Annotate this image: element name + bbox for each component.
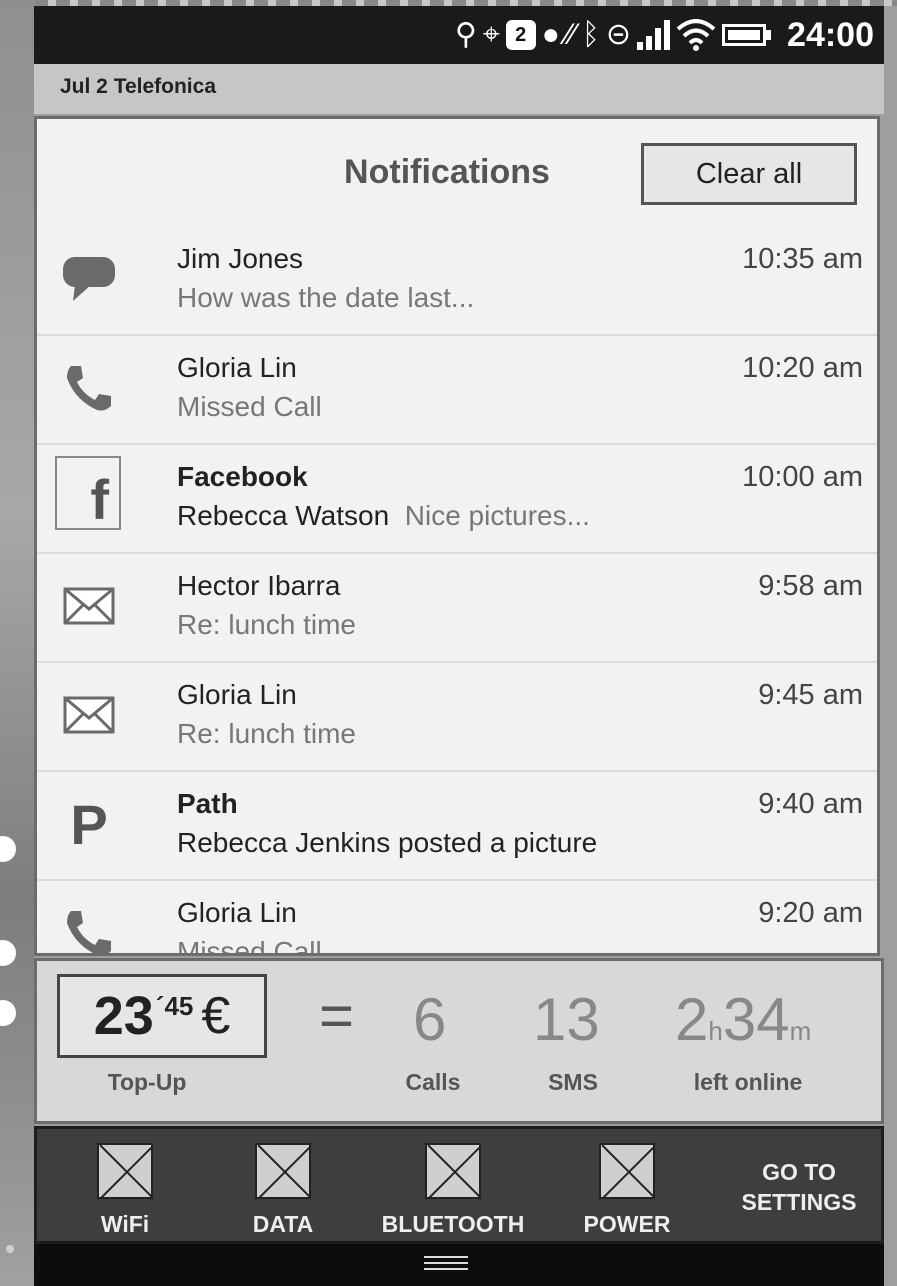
go-to-settings-button[interactable]: GO TO SETTINGS — [719, 1157, 879, 1217]
location-target-icon: ⌖ — [482, 18, 500, 51]
toggle-label: BLUETOOTH — [381, 1211, 525, 1237]
topup-label: Top-Up — [107, 1069, 187, 1095]
notification-time: 9:58 am — [758, 570, 863, 602]
battery-icon — [722, 24, 772, 46]
bluetooth-icon: ᛒ — [581, 18, 600, 51]
clear-all-button[interactable]: Clear all — [641, 143, 857, 205]
toggle-power[interactable]: POWER — [577, 1143, 677, 1238]
notification-message: Missed Call — [177, 391, 322, 422]
usb-icon: ⚲ — [454, 18, 477, 51]
notification-title: Jim Jones — [177, 243, 304, 274]
notification-message: Missed Call — [177, 936, 322, 956]
drawer-handle-bar[interactable] — [34, 1244, 884, 1286]
notifications-panel: Notifications Clear all Jim Jones How wa… — [34, 116, 880, 956]
link-icon: ⊝ — [605, 18, 632, 51]
muted-icon: ⁄⁄ — [565, 18, 576, 51]
dot-icon: ● — [541, 18, 560, 51]
path-icon: P — [70, 792, 108, 856]
topup-amount-button[interactable]: 23 ´45 € — [57, 974, 267, 1058]
notification-time: 9:40 am — [758, 788, 863, 820]
notification-item[interactable]: Gloria Lin Missed Call 10:20 am — [37, 336, 877, 445]
notification-item[interactable]: Gloria Lin Re: lunch time 9:45 am — [37, 663, 877, 772]
notification-message: How was the date last... — [177, 282, 475, 313]
notification-title: Gloria Lin — [177, 352, 297, 383]
sms-count: 13 — [533, 986, 600, 1053]
toggle-label: DATA — [252, 1211, 314, 1237]
notification-time: 10:35 am — [742, 243, 863, 275]
calls-label: Calls — [405, 1069, 461, 1095]
status-bar[interactable]: ⚲ ⌖ 2 ● ⁄⁄ ᛒ ⊝ 24:00 — [34, 6, 884, 64]
notification-item[interactable]: f Facebook Rebecca Watson Nice pictures.… — [37, 445, 877, 554]
notification-title: Gloria Lin — [177, 897, 297, 928]
power-toggle-icon — [599, 1143, 655, 1199]
notification-item[interactable]: Hector Ibarra Re: lunch time 9:58 am — [37, 554, 877, 663]
notification-message: Rebecca Jenkins posted a picture — [177, 827, 598, 858]
wallpaper-dot — [0, 940, 16, 966]
signal-bars-icon — [637, 20, 671, 50]
topup-balance-band: 23 ´45 € = 6 13 2h34m Top-Up Calls SMS l… — [34, 958, 884, 1124]
notification-title: Path — [177, 788, 238, 819]
wallpaper-dot — [0, 1000, 16, 1026]
wifi-toggle-icon — [97, 1143, 153, 1199]
notification-item[interactable]: P Path Rebecca Jenkins posted a picture … — [37, 772, 877, 881]
notification-title: Facebook — [177, 461, 308, 492]
facebook-icon: f — [55, 456, 121, 531]
notification-time: 10:00 am — [742, 461, 863, 493]
data-toggle-icon — [255, 1143, 311, 1199]
quick-toggles-bar: WiFi DATA BLUETOOTH POWER GO TO SETTINGS — [34, 1126, 884, 1244]
notification-message: Re: lunch time — [177, 718, 356, 749]
notification-list: Jim Jones How was the date last... 10:35… — [37, 227, 877, 956]
notification-item[interactable]: Gloria Lin Missed Call 9:20 am — [37, 881, 877, 956]
notification-time: 10:20 am — [742, 352, 863, 384]
speech-bubble-icon — [57, 247, 121, 311]
toggle-label: POWER — [583, 1211, 671, 1237]
phone-icon — [57, 356, 121, 420]
toggle-wifi[interactable]: WiFi — [85, 1143, 165, 1238]
notification-time: 9:45 am — [758, 679, 863, 711]
wallpaper-dot — [0, 836, 16, 862]
notification-time: 9:20 am — [758, 897, 863, 929]
date-carrier-bar: Jul 2 Telefonica — [34, 64, 884, 114]
sms-label: SMS — [548, 1069, 598, 1095]
notification-message: Re: lunch time — [177, 609, 356, 640]
status-clock: 24:00 — [787, 15, 874, 54]
notification-message: Rebecca Watson Nice pictures... — [177, 500, 590, 531]
calls-count: 6 — [413, 986, 447, 1053]
phone-icon — [57, 901, 121, 953]
toggle-data[interactable]: DATA — [243, 1143, 323, 1238]
wifi-icon — [676, 19, 716, 51]
online-time: 2h34m — [675, 986, 812, 1053]
notification-title: Gloria Lin — [177, 679, 297, 710]
currency-symbol: € — [201, 987, 231, 1045]
envelope-icon — [57, 574, 121, 638]
chat-badge-icon: 2 — [505, 20, 536, 50]
bluetooth-toggle-icon — [425, 1143, 481, 1199]
notification-item[interactable]: Jim Jones How was the date last... 10:35… — [37, 227, 877, 336]
envelope-icon — [57, 683, 121, 747]
drag-handle-icon[interactable] — [424, 1256, 468, 1274]
toggle-label: WiFi — [100, 1211, 150, 1237]
wallpaper-strip — [0, 0, 34, 1286]
notification-sender: Rebecca Watson — [177, 500, 390, 531]
equals-sign: = — [319, 982, 355, 1049]
online-label: left online — [693, 1069, 803, 1095]
wallpaper-dot — [6, 1245, 14, 1253]
toggle-bluetooth[interactable]: BLUETOOTH — [373, 1143, 533, 1238]
amount-decimal: ´45 — [155, 991, 194, 1021]
amount-integer: 23 — [93, 986, 154, 1046]
notification-title: Hector Ibarra — [177, 570, 341, 601]
